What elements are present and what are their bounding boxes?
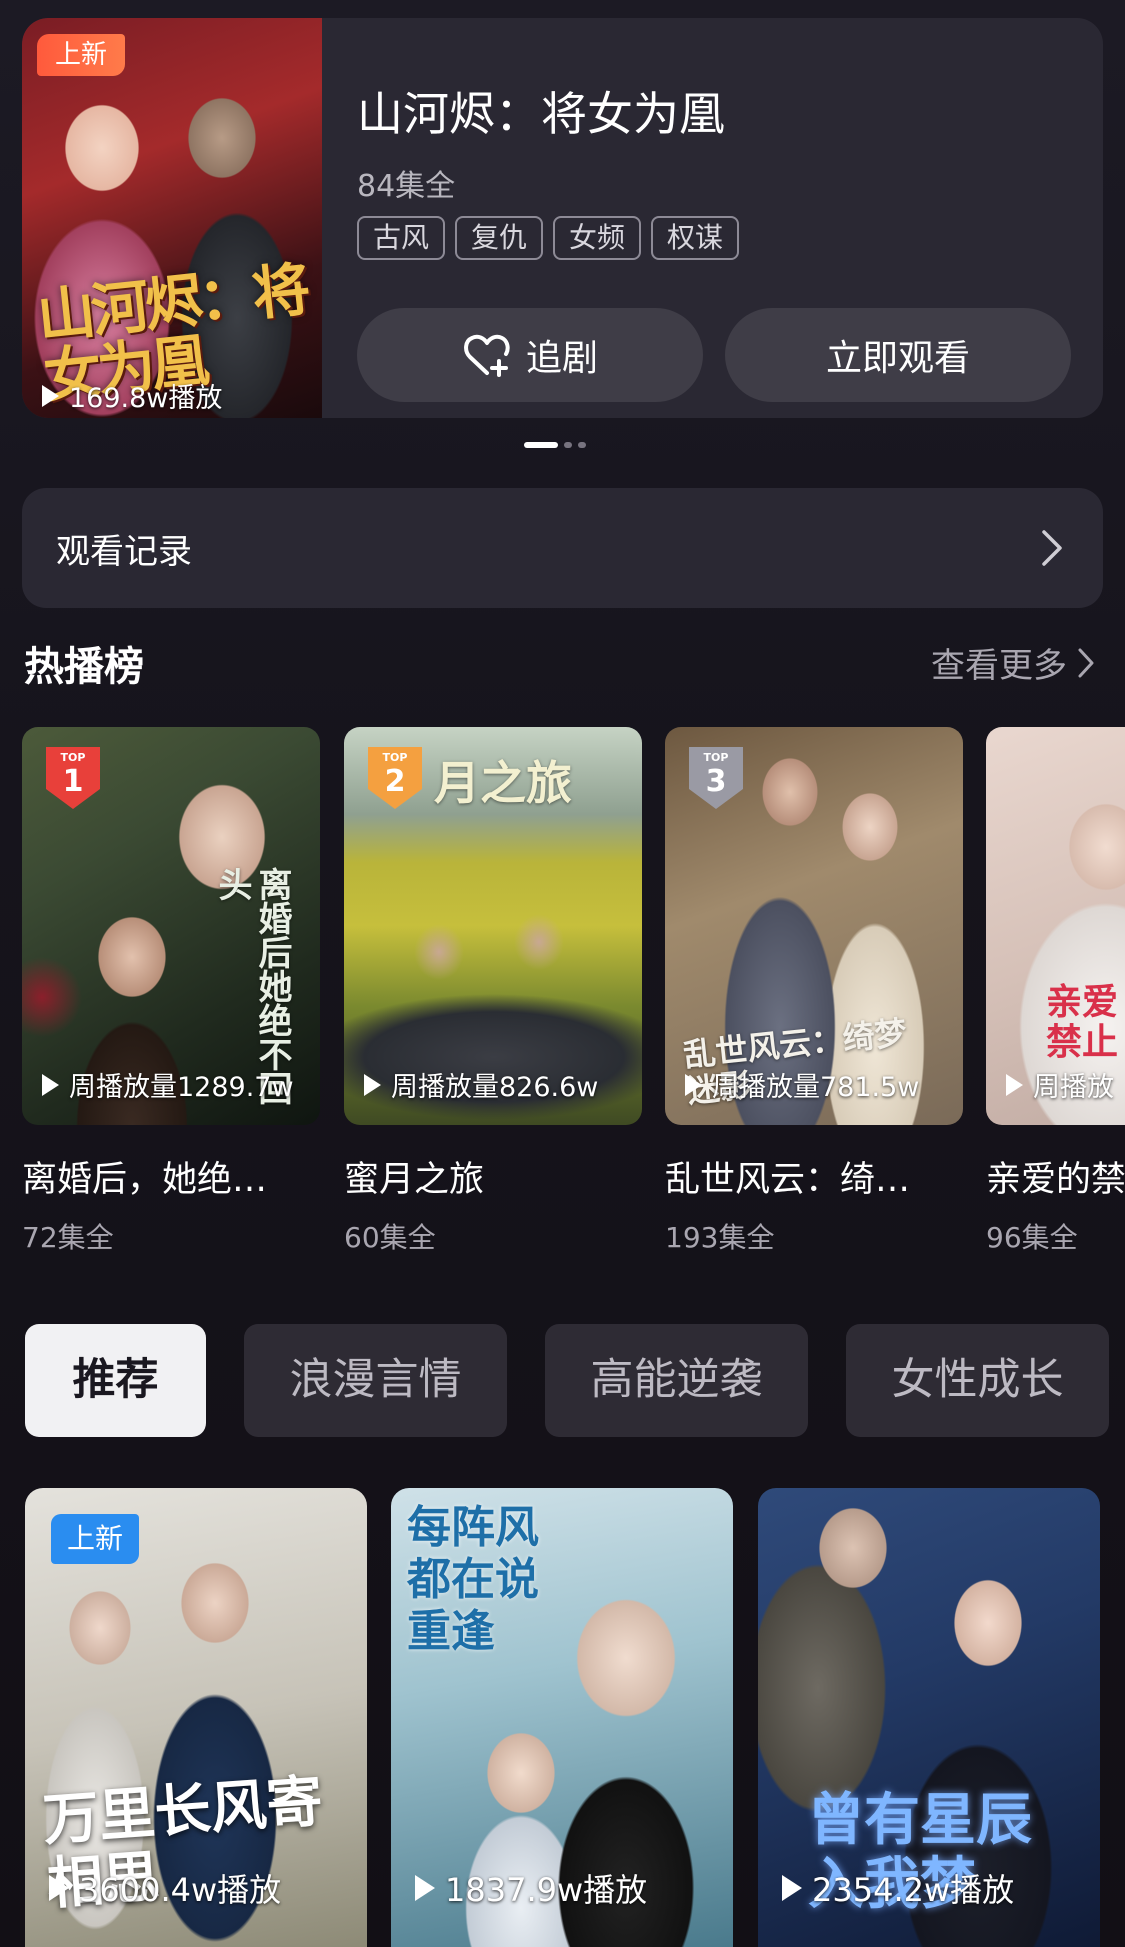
weekly-play-count-text: 周播放 xyxy=(1033,1072,1114,1103)
tag: 权谋 xyxy=(651,216,740,260)
hot-list-item[interactable]: 亲爱禁止 周播放 亲爱的禁 96集全 xyxy=(986,727,1125,1256)
play-icon xyxy=(685,1073,702,1096)
rank-label: TOP xyxy=(61,751,86,764)
watch-history-row[interactable]: 观看记录 xyxy=(22,488,1103,608)
hot-list-item-episodes: 193集全 xyxy=(665,1221,775,1254)
featured-poster[interactable]: 山河烬：将女为凰 上新 169.8w播放 xyxy=(22,18,322,418)
weekly-play-count-text: 周播放量1289.7w xyxy=(69,1072,294,1103)
carousel-dot-active xyxy=(524,442,558,448)
recommend-card[interactable]: 曾有星辰入我梦 2354.2w播放 xyxy=(758,1488,1100,1947)
featured-play-count: 169.8w播放 xyxy=(42,376,222,415)
carousel-indicator xyxy=(524,442,586,448)
hot-list-item[interactable]: 乱世风云：绮梦迷影 TOP 3 周播放量781.5w 乱世风云：绮… 193集全 xyxy=(665,727,963,1256)
tag: 女频 xyxy=(553,216,642,260)
weekly-play-count: 周播放量826.6w xyxy=(364,1065,598,1104)
see-more-link[interactable]: 查看更多 xyxy=(931,638,1095,687)
play-icon xyxy=(782,1875,802,1901)
play-icon xyxy=(364,1073,381,1096)
hot-list-item[interactable]: 离婚后她绝不回头 TOP 1 周播放量1289.7w 离婚后，她绝… 72集全 xyxy=(22,727,320,1256)
chevron-right-icon xyxy=(1042,530,1062,566)
play-count: 3600.4w播放 xyxy=(49,1865,281,1911)
hot-list-title: 热播榜 xyxy=(24,644,144,690)
new-badge: 上新 xyxy=(51,1514,140,1564)
poster-title-art: 每阵风都在说重逢 xyxy=(407,1502,539,1657)
rank-3-badge-icon: TOP 3 xyxy=(689,747,743,809)
recommend-card[interactable]: 万里长风寄相思 上新 3600.4w播放 xyxy=(25,1488,367,1947)
tab-romance[interactable]: 浪漫言情 xyxy=(244,1324,507,1437)
featured-title[interactable]: 山河烬：将女为凰 xyxy=(357,78,725,144)
rank-label: TOP xyxy=(383,751,408,764)
heart-plus-icon xyxy=(464,334,510,377)
weekly-play-count-text: 周播放量781.5w xyxy=(712,1072,920,1103)
rank-number: 2 xyxy=(385,764,406,799)
watch-history-label: 观看记录 xyxy=(56,531,192,572)
watch-now-button-label: 立即观看 xyxy=(825,338,970,379)
hot-list-item-name: 离婚后，她绝… xyxy=(22,1160,268,1200)
rank-1-badge-icon: TOP 1 xyxy=(46,747,100,809)
featured-banner[interactable]: 山河烬：将女为凰 上新 169.8w播放 山河烬：将女为凰 84集全 古风 复仇… xyxy=(22,18,1103,418)
featured-episodes: 84集全 xyxy=(357,169,456,204)
play-icon xyxy=(1006,1073,1023,1096)
hot-list-poster[interactable]: 月之旅 TOP 2 周播放量826.6w xyxy=(344,727,642,1125)
play-count: 1837.9w播放 xyxy=(415,1865,647,1911)
play-icon xyxy=(49,1875,69,1901)
hot-list-item[interactable]: 月之旅 TOP 2 周播放量826.6w 蜜月之旅 60集全 xyxy=(344,727,642,1256)
weekly-play-count: 周播放量1289.7w xyxy=(42,1065,294,1104)
carousel-dot xyxy=(578,442,586,448)
tab-recommend[interactable]: 推荐 xyxy=(25,1324,206,1437)
hot-list-poster[interactable]: 亲爱禁止 周播放 xyxy=(986,727,1125,1125)
poster-title-art: 月之旅 xyxy=(434,756,572,810)
featured-play-count-text: 169.8w播放 xyxy=(69,383,223,414)
hot-list-item-episodes: 72集全 xyxy=(22,1221,114,1254)
tag: 复仇 xyxy=(455,216,544,260)
play-count-text: 1837.9w播放 xyxy=(445,1871,648,1909)
tag: 古风 xyxy=(357,216,446,260)
new-badge: 上新 xyxy=(37,34,126,76)
play-count: 2354.2w播放 xyxy=(782,1865,1014,1911)
weekly-play-count: 周播放 xyxy=(1006,1065,1114,1104)
see-more-label: 查看更多 xyxy=(931,646,1067,686)
follow-button-label: 追剧 xyxy=(525,338,598,379)
chevron-right-icon xyxy=(1078,648,1094,677)
play-icon xyxy=(42,1073,59,1096)
play-count-text: 2354.2w播放 xyxy=(812,1871,1015,1909)
hot-list-item-name: 乱世风云：绮… xyxy=(665,1160,911,1200)
hot-list-item-name: 蜜月之旅 xyxy=(344,1160,485,1200)
hot-list-item-episodes: 96集全 xyxy=(986,1221,1078,1254)
carousel-dot xyxy=(564,442,572,448)
rank-2-badge-icon: TOP 2 xyxy=(368,747,422,809)
tab-female-growth[interactable]: 女性成长 xyxy=(846,1324,1109,1437)
tab-comeback[interactable]: 高能逆袭 xyxy=(545,1324,808,1437)
recommend-card[interactable]: 每阵风都在说重逢 1837.9w播放 xyxy=(391,1488,733,1947)
play-count-text: 3600.4w播放 xyxy=(79,1871,282,1909)
poster-title-art: 亲爱禁止 xyxy=(1046,981,1119,1063)
hot-list-poster[interactable]: 离婚后她绝不回头 TOP 1 周播放量1289.7w xyxy=(22,727,320,1125)
featured-tags: 古风 复仇 女频 权谋 xyxy=(357,216,740,260)
hot-list-item-name: 亲爱的禁 xyxy=(986,1160,1125,1200)
rank-label: TOP xyxy=(704,751,729,764)
category-tabs: 推荐 浪漫言情 高能逆袭 女性成长 xyxy=(25,1324,1109,1437)
follow-button[interactable]: 追剧 xyxy=(357,308,703,402)
rank-number: 1 xyxy=(63,764,84,799)
weekly-play-count: 周播放量781.5w xyxy=(685,1065,919,1104)
hot-list-item-episodes: 60集全 xyxy=(344,1221,436,1254)
weekly-play-count-text: 周播放量826.6w xyxy=(391,1072,599,1103)
watch-now-button[interactable]: 立即观看 xyxy=(725,308,1071,402)
play-icon xyxy=(42,384,59,407)
play-icon xyxy=(415,1875,435,1901)
hot-list-poster[interactable]: 乱世风云：绮梦迷影 TOP 3 周播放量781.5w xyxy=(665,727,963,1125)
rank-number: 3 xyxy=(706,764,727,799)
